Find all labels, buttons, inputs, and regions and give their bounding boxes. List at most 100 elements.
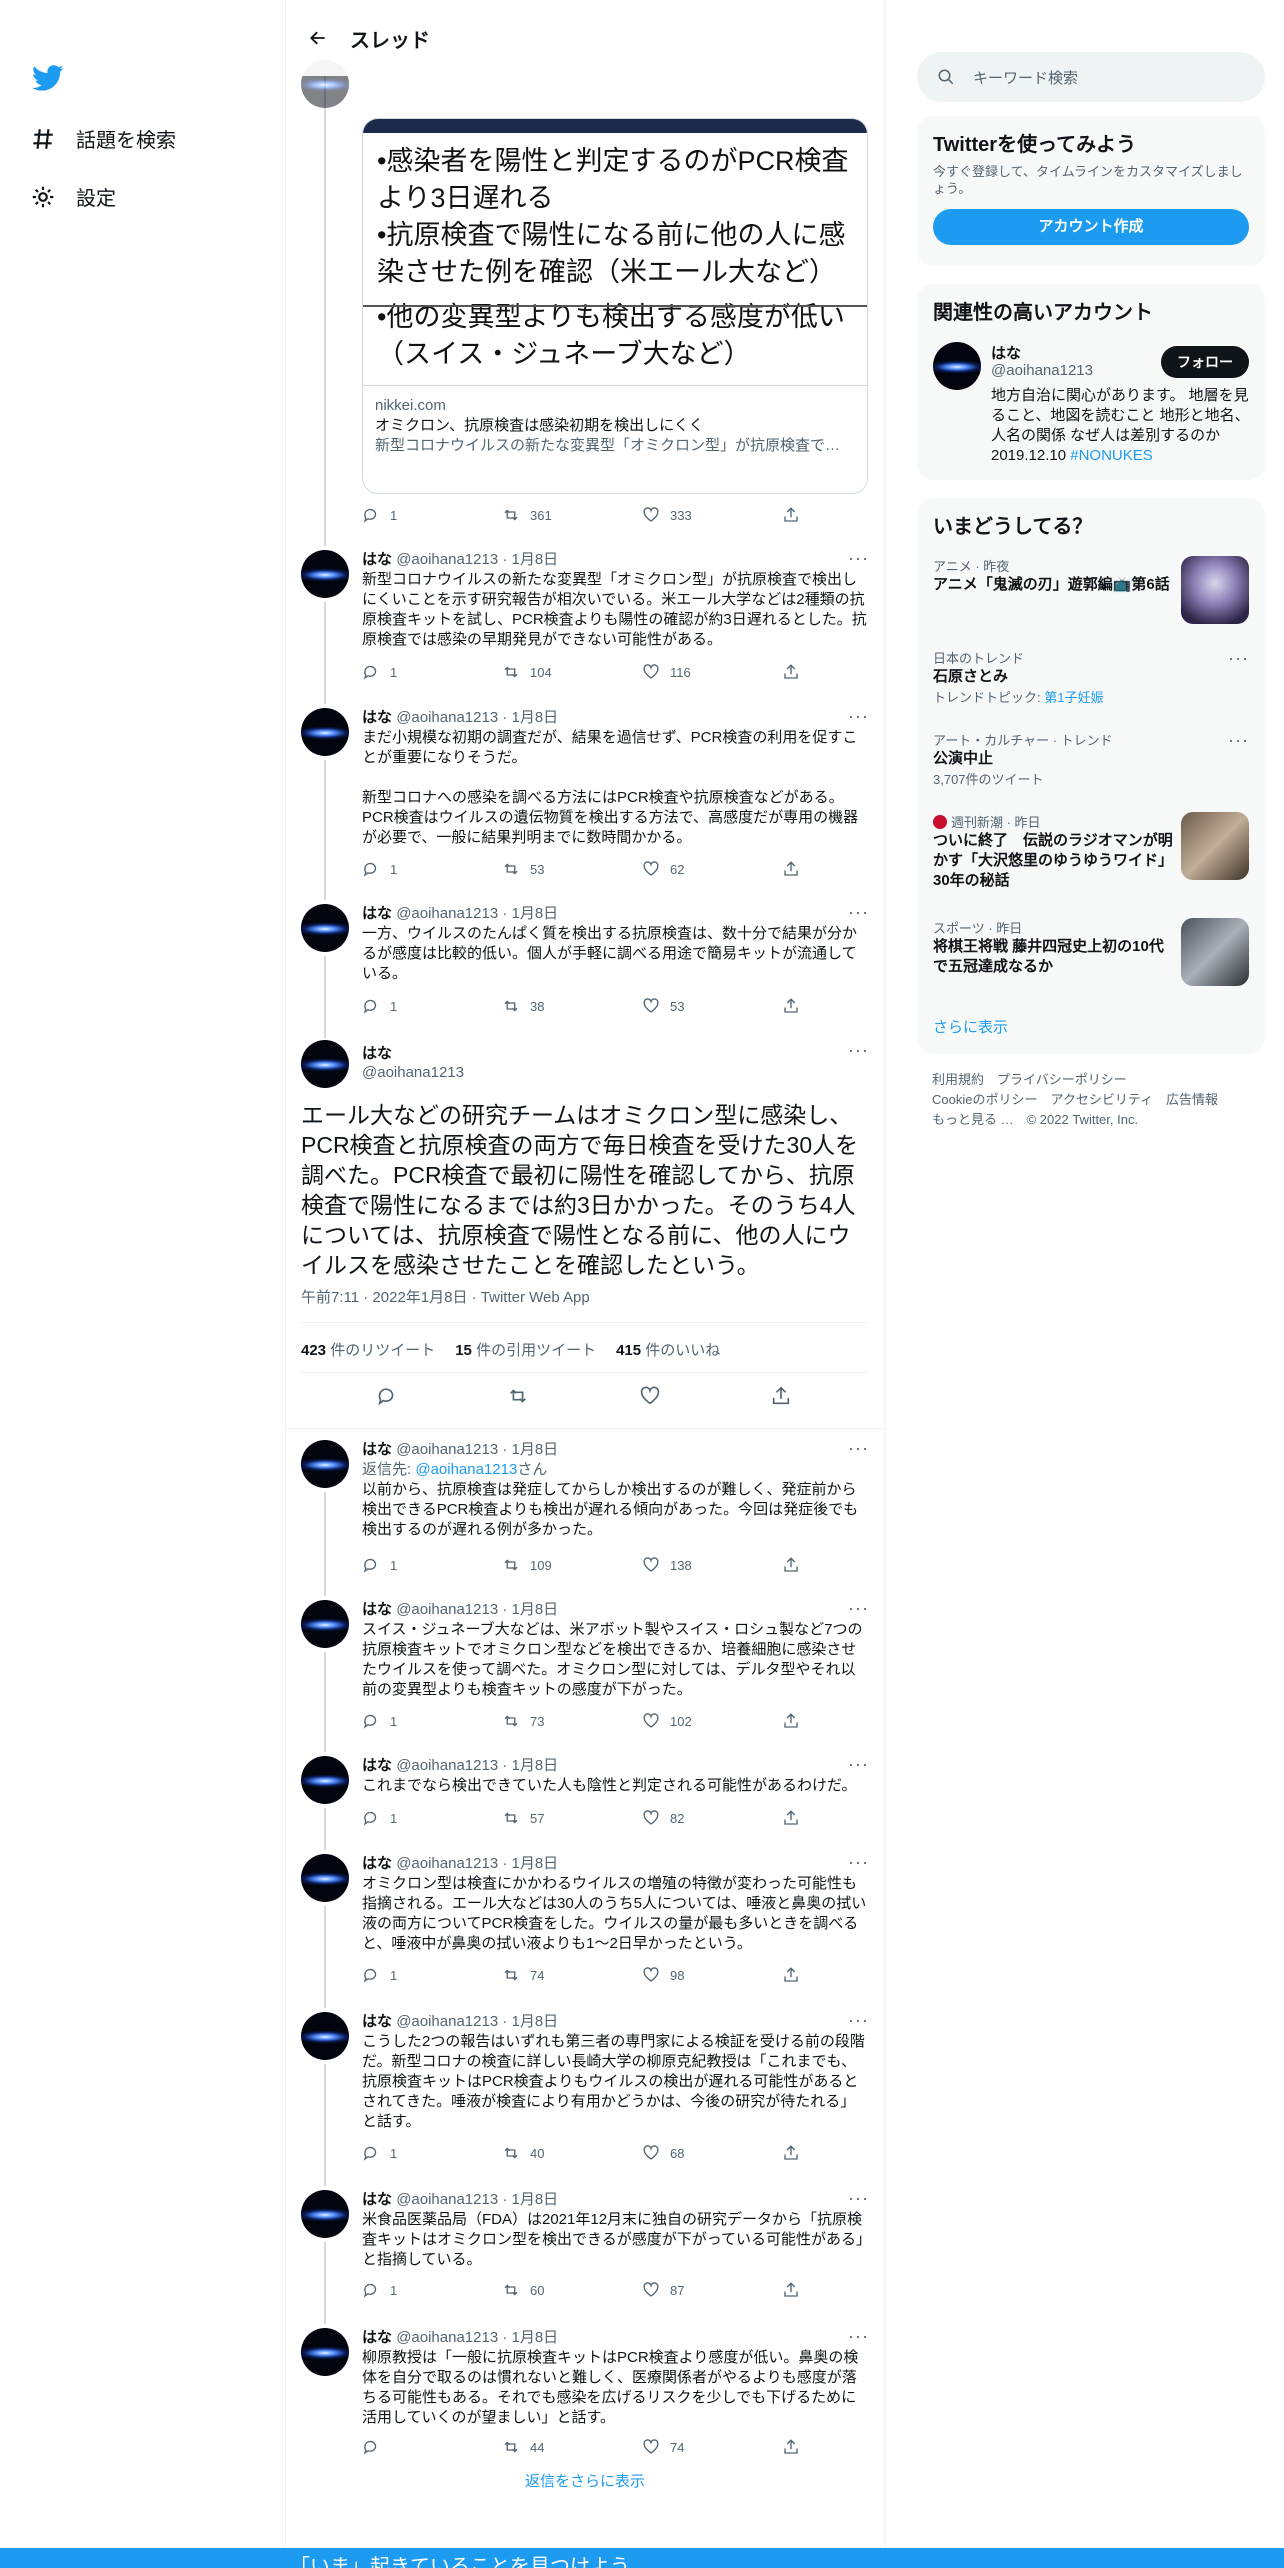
trend-item[interactable]: アニメ · 昨夜 アニメ「鬼滅の刃」遊郭編📺第6話 [933, 556, 1173, 595]
share-button[interactable] [782, 1966, 802, 1984]
account-handle[interactable]: @aoihana1213 [991, 362, 1093, 379]
author-name[interactable]: はな [362, 1757, 392, 1774]
back-button[interactable] [298, 18, 338, 58]
avatar[interactable] [301, 1756, 349, 1804]
more-icon[interactable]: ··· [1228, 648, 1249, 669]
retweet-button[interactable]: 38 [502, 997, 602, 1015]
like-button[interactable]: 62 [642, 860, 742, 878]
like-button[interactable]: 74 [642, 2438, 742, 2456]
trend-thumbnail[interactable] [1181, 812, 1249, 880]
avatar[interactable] [301, 2328, 349, 2376]
show-more-replies-link[interactable]: 返信をさらに表示 [285, 2470, 885, 2491]
author-name[interactable]: はな [362, 905, 392, 922]
retweet-button[interactable]: 74 [502, 1966, 602, 1984]
share-button[interactable] [782, 663, 802, 681]
reply-button[interactable]: 1 [362, 506, 462, 524]
avatar[interactable] [301, 550, 349, 598]
author-handle-date[interactable]: @aoihana1213 · 1月8日 [396, 551, 558, 568]
share-button[interactable] [782, 860, 802, 878]
tweet-timestamp[interactable]: 午前7:11 · 2022年1月8日 · Twitter Web App [301, 1286, 590, 1307]
retweet-button[interactable]: 53 [502, 860, 602, 878]
author-handle-date[interactable]: @aoihana1213 · 1月8日 [396, 709, 558, 726]
like-button[interactable]: 87 [642, 2281, 742, 2299]
avatar[interactable] [301, 2190, 349, 2238]
reply-button[interactable]: 1 [362, 997, 462, 1015]
share-button[interactable] [782, 2438, 802, 2456]
author-handle-date[interactable]: @aoihana1213 · 1月8日 [396, 2013, 558, 2030]
author-handle-date[interactable]: @aoihana1213 · 1月8日 [396, 1757, 558, 1774]
create-account-button[interactable]: アカウント作成 [933, 209, 1249, 245]
author-handle-date[interactable]: @aoihana1213 · 1月8日 [396, 2191, 558, 2208]
retweet-button[interactable]: 361 [502, 506, 602, 524]
show-more-trends-link[interactable]: さらに表示 [933, 1016, 1008, 1037]
more-icon[interactable]: ··· [848, 1754, 869, 1775]
author-name[interactable]: はな [362, 2191, 392, 2208]
author-name[interactable]: はな [362, 1042, 392, 1063]
author-name[interactable]: はな [362, 1855, 392, 1872]
author-name[interactable]: はな [362, 551, 392, 568]
like-button[interactable]: 53 [642, 997, 742, 1015]
more-icon[interactable]: ··· [848, 902, 869, 923]
retweet-button[interactable]: 40 [502, 2144, 602, 2162]
author-handle-date[interactable]: @aoihana1213 · 1月8日 [396, 905, 558, 922]
nav-explore[interactable]: 話題を検索 [30, 124, 176, 153]
avatar[interactable] [301, 1440, 349, 1488]
avatar[interactable] [301, 1040, 349, 1088]
more-icon[interactable]: ··· [848, 1438, 869, 1459]
reply-button[interactable]: 1 [362, 1966, 462, 1984]
avatar[interactable] [933, 342, 981, 390]
reply-button[interactable]: 1 [362, 2281, 462, 2299]
search-box[interactable]: キーワード検索 [917, 52, 1265, 102]
more-icon[interactable]: ··· [848, 1040, 869, 1061]
replying-to-link[interactable]: @aoihana1213 [415, 1461, 517, 1478]
more-icon[interactable]: ··· [848, 1852, 869, 1873]
retweet-button[interactable]: 104 [502, 663, 602, 681]
quotes-stat[interactable]: 15 件の引用ツイート [455, 1339, 596, 1360]
share-button[interactable] [782, 997, 802, 1015]
author-handle[interactable]: @aoihana1213 [362, 1064, 464, 1081]
reply-button[interactable]: 1 [362, 663, 462, 681]
more-icon[interactable]: ··· [848, 548, 869, 569]
like-button[interactable]: 98 [642, 1966, 742, 1984]
more-icon[interactable]: ··· [1228, 730, 1249, 751]
more-icon[interactable]: ··· [848, 2010, 869, 2031]
like-button[interactable]: 333 [642, 506, 742, 524]
trend-item[interactable]: アート・カルチャー · トレンド 公演中止 3,707件のツイート [933, 730, 1213, 788]
like-button[interactable]: 68 [642, 2144, 742, 2162]
reply-button[interactable]: 1 [362, 2144, 462, 2162]
more-icon[interactable]: ··· [848, 2326, 869, 2347]
author-name[interactable]: はな [362, 1601, 392, 1618]
reply-button[interactable]: 1 [362, 860, 462, 878]
retweet-button[interactable]: 57 [502, 1809, 602, 1827]
share-icon[interactable] [770, 1385, 792, 1407]
likes-stat[interactable]: 415 件のいいね [616, 1339, 720, 1360]
retweet-button[interactable]: 60 [502, 2281, 602, 2299]
share-button[interactable] [782, 2281, 802, 2299]
share-button[interactable] [782, 1712, 802, 1730]
more-icon[interactable]: ··· [848, 706, 869, 727]
retweet-button[interactable]: 109 [502, 1556, 602, 1574]
retweet-icon[interactable] [507, 1385, 529, 1407]
avatar[interactable] [301, 1854, 349, 1902]
author-name[interactable]: はな [362, 2329, 392, 2346]
trend-thumbnail[interactable] [1181, 556, 1249, 624]
reply-icon[interactable] [376, 1385, 398, 1407]
like-button[interactable]: 82 [642, 1809, 742, 1827]
reply-button[interactable] [362, 2438, 462, 2456]
share-button[interactable] [782, 1809, 802, 1827]
link-card[interactable]: •感染者を陽性と判定するのがPCR検査より3日遅れる •抗原検査で陽性になる前に… [362, 118, 868, 494]
share-button[interactable] [782, 506, 802, 524]
more-icon[interactable]: ··· [848, 2188, 869, 2209]
follow-button[interactable]: フォロー [1161, 346, 1249, 378]
bio-hashtag[interactable]: #NONUKES [1070, 447, 1153, 464]
twitter-logo-icon[interactable] [32, 62, 64, 94]
avatar[interactable] [301, 1600, 349, 1648]
share-button[interactable] [782, 1556, 802, 1574]
reply-button[interactable]: 1 [362, 1809, 462, 1827]
nav-settings[interactable]: 設定 [30, 182, 116, 211]
author-name[interactable]: はな [362, 1441, 392, 1458]
avatar[interactable] [301, 708, 349, 756]
heart-icon[interactable] [639, 1385, 661, 1407]
author-name[interactable]: はな [362, 2013, 392, 2030]
trend-item[interactable]: スポーツ · 昨日 将棋王将戦 藤井四冠史上初の10代で五冠達成なるか [933, 918, 1173, 977]
